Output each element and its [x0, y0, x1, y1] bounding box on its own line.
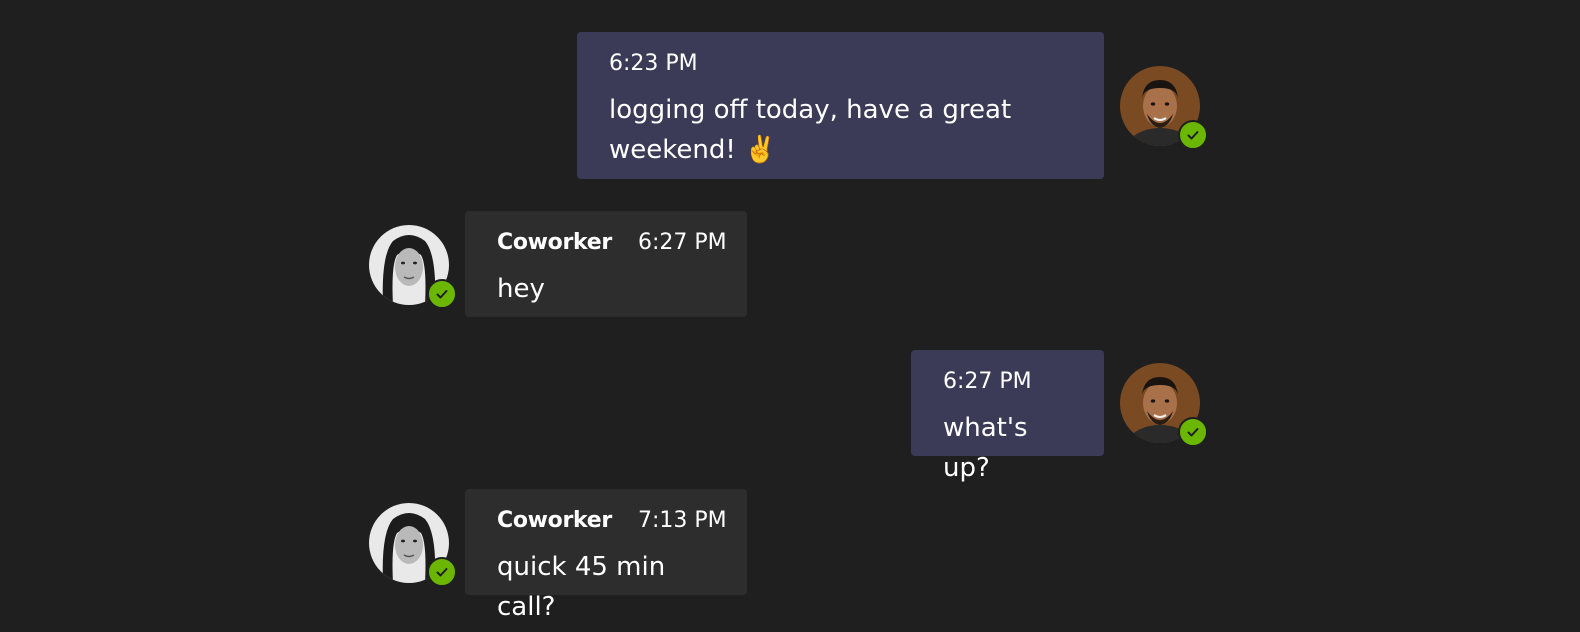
message-bubble-incoming[interactable]: Coworker 7:13 PM quick 45 min call? [465, 489, 747, 622]
user-avatar[interactable] [1120, 66, 1208, 150]
message-timestamp: 6:23 PM [609, 51, 698, 76]
message-meta: 6:27 PM [943, 368, 1072, 396]
chat-thread: 6:23 PM logging off today, have a great … [0, 0, 1580, 632]
message-timestamp: 6:27 PM [943, 369, 1032, 394]
coworker-avatar[interactable] [369, 225, 457, 309]
available-check-icon [1178, 120, 1208, 150]
message-text: what's up? [943, 413, 1028, 483]
message-text-line: weekend! ✌️ [609, 135, 777, 165]
message-bubble-outgoing[interactable]: 6:23 PM logging off today, have a great … [577, 32, 1104, 179]
available-check-icon [427, 279, 457, 309]
message-text: logging off today, have a great weekend!… [609, 90, 1072, 170]
user-avatar[interactable] [1120, 363, 1208, 447]
message-timestamp: 7:13 PM [637, 508, 727, 533]
available-check-icon [1178, 417, 1208, 447]
available-check-icon [427, 557, 457, 587]
message-meta: Coworker 6:27 PM [497, 229, 727, 257]
message-text-line: logging off today, have a great [609, 95, 1012, 125]
message-sender: Coworker [497, 508, 612, 533]
message-sender: Coworker [497, 230, 612, 255]
message-text: quick 45 min call? [497, 552, 666, 622]
message-bubble-outgoing[interactable]: 6:27 PM what's up? [911, 350, 1104, 483]
message-text: hey [497, 274, 545, 304]
message-timestamp: 6:27 PM [637, 230, 727, 255]
coworker-avatar[interactable] [369, 503, 457, 587]
message-bubble-incoming[interactable]: Coworker 6:27 PM hey [465, 211, 747, 317]
message-meta: Coworker 7:13 PM [497, 507, 727, 535]
message-meta: 6:23 PM [609, 50, 1072, 78]
